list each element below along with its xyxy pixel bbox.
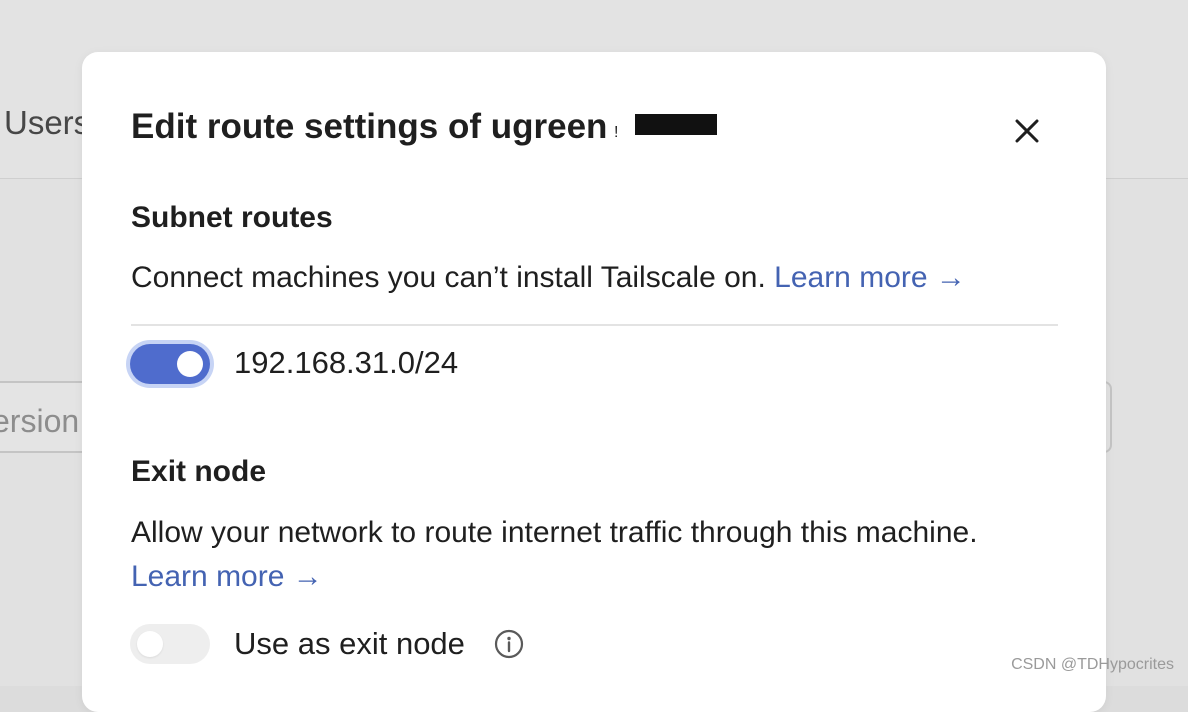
exit-node-learn-more-link[interactable]: Learn more →	[131, 560, 323, 593]
subnet-route-label: 192.168.31.0/24	[234, 345, 459, 380]
search-input-placeholder: ersion	[0, 403, 80, 439]
exit-node-heading: Exit node	[131, 455, 267, 488]
exit-node-toggle[interactable]	[130, 624, 210, 664]
toggle-knob	[137, 631, 163, 657]
exit-node-description-text: Allow your network to route internet tra…	[131, 516, 978, 549]
subnet-route-toggle[interactable]	[130, 344, 210, 384]
info-icon[interactable]	[494, 629, 524, 659]
tab-users[interactable]: Users	[4, 104, 84, 142]
subnet-description-text: Connect machines you can’t install Tails…	[131, 261, 766, 294]
toggle-knob	[177, 351, 203, 377]
modal-title: Edit route settings of ugreen	[131, 107, 608, 146]
subnet-routes-heading: Subnet routes	[131, 201, 333, 234]
subnet-learn-more-link[interactable]: Learn more →	[774, 261, 966, 294]
subnet-routes-description: Connect machines you can’t install Tails…	[131, 256, 966, 300]
edit-route-settings-modal: Edit route settings of ugreen ! Subnet r…	[82, 52, 1106, 712]
exit-node-toggle-label: Use as exit node	[234, 626, 465, 661]
close-icon	[1015, 119, 1039, 143]
watermark: CSDN @TDHypocrites	[1011, 656, 1174, 673]
exit-node-description: Allow your network to route internet tra…	[131, 511, 991, 599]
close-button[interactable]	[1008, 112, 1046, 150]
divider	[131, 324, 1058, 326]
title-fragment: !	[614, 124, 619, 141]
redaction-bar	[635, 114, 717, 135]
